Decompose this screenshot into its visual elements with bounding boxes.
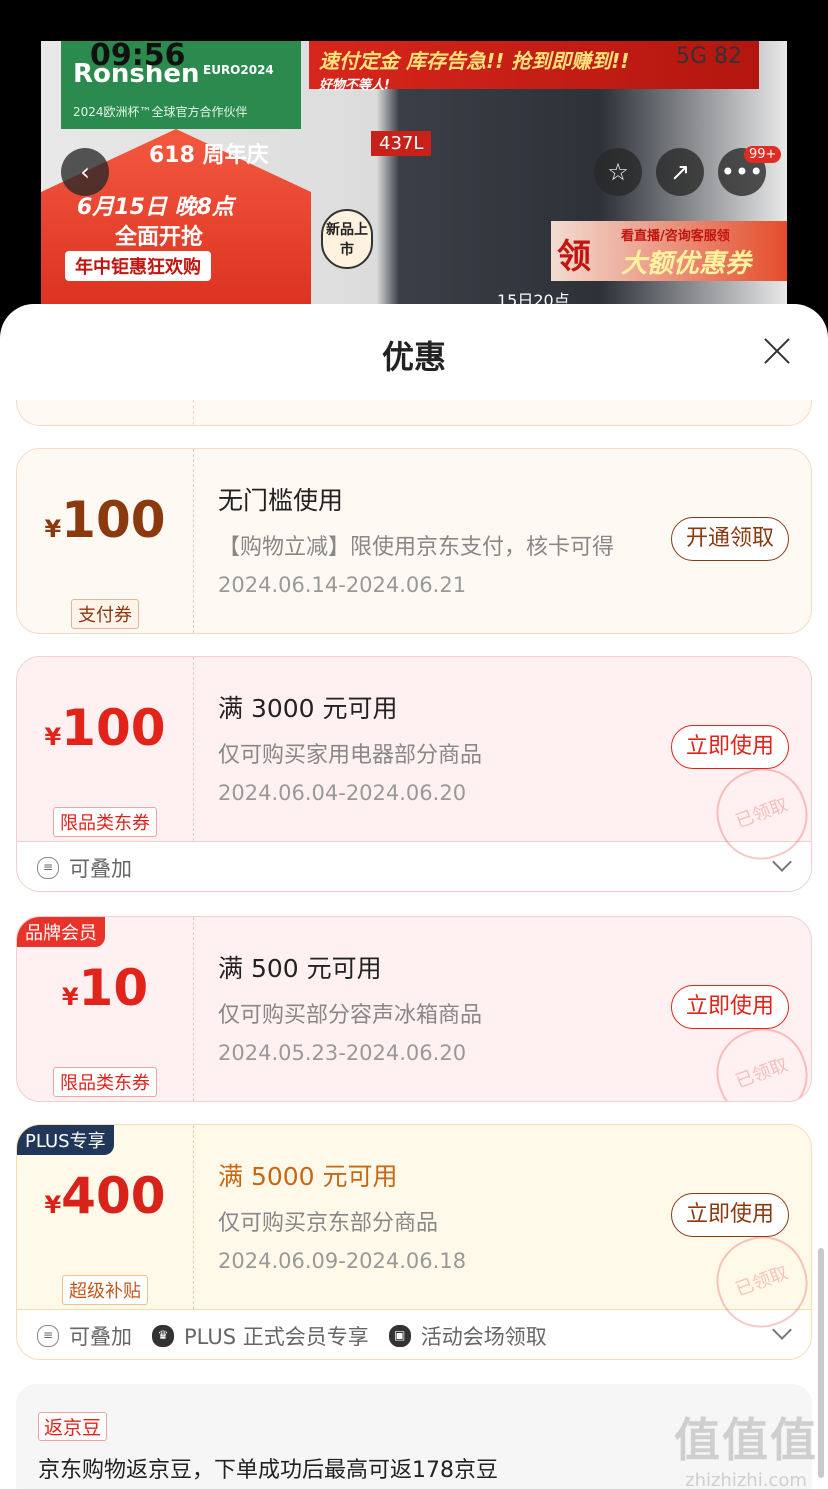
status-bar (0, 0, 828, 40)
jingdou-tag: 返京豆 (38, 1412, 108, 1441)
coupon-validity: 2024.06.09-2024.06.18 (218, 1249, 467, 1273)
coupon-description: 仅可购买家用电器部分商品 (218, 743, 483, 768)
coupon-validity: 2024.05.23-2024.06.20 (218, 1041, 467, 1065)
back-button[interactable]: ‹ (61, 148, 109, 196)
coupon-info: 满 500 元可用 仅可购买部分容声冰箱商品 2024.05.23-2024.0… (218, 949, 482, 1065)
coupon-validity: 2024.06.04-2024.06.20 (218, 781, 467, 805)
coupon-validity: 2024.06.14-2024.06.21 (218, 573, 467, 597)
sheet-title: 优惠 (381, 338, 446, 376)
coupon-type-tag: 限品类东券 (53, 1067, 157, 1097)
use-now-button[interactable]: 立即使用 (670, 985, 789, 1029)
coupon-card: 品牌会员 ¥10 限品类东券 满 500 元可用 仅可购买部分容声冰箱商品 20… (16, 916, 812, 1102)
coupon-description: 仅可购买部分容声冰箱商品 (218, 1003, 483, 1028)
activate-claim-button[interactable]: 开通领取 (670, 517, 789, 561)
coupon-divider (193, 657, 194, 841)
stack-icon: ≡ (37, 1325, 59, 1347)
favorite-star-icon[interactable]: ☆ (594, 148, 642, 196)
coupon-card: ¥100 支付券 无门槛使用 【购物立减】限使用京东支付，核卡可得 2024.0… (16, 448, 812, 634)
coupon-card: PLUS专享 ¥400 超级补贴 满 5000 元可用 仅可购买京东部分商品 2… (16, 1124, 812, 1360)
stackable-label: 可叠加 (69, 857, 132, 881)
use-now-button[interactable]: 立即使用 (670, 1193, 789, 1237)
yen-symbol: ¥ (44, 1191, 62, 1219)
yen-symbol: ¥ (61, 983, 79, 1011)
watermark-logo: 值值值 (674, 1413, 818, 1467)
coupon-amount: ¥100 支付券 (17, 491, 193, 629)
coupon-title: 满 3000 元可用 (218, 694, 398, 723)
discount-sheet: 优惠 ¥100 支付券 无门槛使用 【购物立减】限使用京东支付，核卡可得 202… (0, 304, 828, 1489)
coupon-footer: ≡ 可叠加 (37, 853, 152, 883)
share-icon[interactable]: ↗ (656, 148, 704, 196)
network-label: 5G (675, 44, 707, 69)
coupon-info: 无门槛使用 【购物立减】限使用京东支付，核卡可得 2024.06.14-2024… (218, 481, 614, 597)
coupon-card: ¥100 限品类东券 满 3000 元可用 仅可购买家用电器部分商品 2024.… (16, 656, 812, 892)
promo-year: 年中钜惠狂欢购 (65, 251, 211, 281)
coupon-info: 满 3000 元可用 仅可购买家用电器部分商品 2024.06.04-2024.… (218, 689, 482, 805)
headline-text: 速付定金 库存告急!! 抢到即赚到!! (319, 49, 630, 73)
plus-exclusive-ribbon: PLUS专享 (17, 1125, 114, 1155)
coupon-title: 满 5000 元可用 (218, 1162, 398, 1191)
brand-subtitle: 2024欧洲杯™全球官方合作伙伴 (73, 105, 248, 119)
amount-value: 400 (61, 1167, 166, 1225)
venue-claim-label: 活动会场领取 (420, 1325, 547, 1349)
new-product-tag: 新品上市 (321, 209, 373, 269)
coupon-divider (193, 400, 194, 425)
coupon-info: 满 5000 元可用 仅可购买京东部分商品 2024.06.09-2024.06… (218, 1157, 466, 1273)
stackable-label: 可叠加 (69, 1325, 132, 1349)
battery-level: 82 (714, 44, 742, 69)
capacity-badge: 437L (371, 131, 432, 156)
coupon-title: 无门槛使用 (218, 486, 344, 515)
watermark-url: zhizhizhi.com (685, 1470, 807, 1489)
coupon-description: 【购物立减】限使用京东支付，核卡可得 (218, 535, 615, 560)
stackable-item: ≡ 可叠加 (37, 1321, 132, 1351)
yen-symbol: ¥ (44, 515, 62, 543)
promo-start: 全面开抢 (115, 225, 204, 250)
stack-icon: ≡ (37, 857, 59, 879)
coupon-divider (193, 449, 194, 633)
message-count-badge: 99+ (744, 146, 782, 163)
coupon-amount: ¥100 限品类东券 (17, 699, 193, 837)
promo-618: 618 周年庆 (149, 143, 269, 168)
plus-member-item: ♛ PLUS 正式会员专享 (152, 1321, 369, 1351)
brand-member-ribbon: 品牌会员 (17, 917, 105, 947)
yen-symbol: ¥ (44, 723, 62, 751)
close-icon[interactable] (760, 334, 794, 368)
partial-coupon-card (16, 400, 812, 426)
amount-value: 10 (78, 959, 149, 1017)
status-time: 09:56 (90, 38, 186, 73)
coupon-divider (193, 1125, 194, 1309)
coupon-footer: ≡ 可叠加 ♛ PLUS 正式会员专享 ▣ 活动会场领取 (37, 1321, 567, 1351)
live-ling: 领 (557, 237, 591, 277)
stackable-item: ≡ 可叠加 (37, 853, 132, 883)
amount-value: 100 (61, 699, 166, 757)
venue-claim-item: ▣ 活动会场领取 (388, 1321, 547, 1351)
coupon-description: 仅可购买京东部分商品 (218, 1211, 439, 1236)
amount-value: 100 (61, 491, 166, 549)
crown-icon: ♛ (152, 1325, 174, 1347)
use-now-button[interactable]: 立即使用 (670, 725, 789, 769)
coupon-type-tag: 限品类东券 (53, 807, 157, 837)
headline-sub: 好物不等人! (319, 78, 390, 93)
coupon-amount: ¥10 限品类东券 (17, 959, 193, 1097)
coupon-title: 满 500 元可用 (218, 954, 382, 983)
euro-logo: EURO2024 (203, 63, 274, 77)
coupon-type-tag: 支付券 (71, 599, 139, 629)
promo-date: 6月15日 晚8点 (77, 195, 234, 220)
jingdou-text: 京东购物返京豆，下单成功后最高可返178京豆 (38, 1458, 498, 1483)
ticket-icon: ▣ (388, 1325, 411, 1347)
status-network: 5G 82 (676, 44, 742, 69)
live-main-text: 大额优惠券 (621, 249, 752, 279)
watermark: 值值值 zhizhizhi.com (674, 1404, 818, 1489)
coupon-amount: ¥400 超级补贴 (17, 1167, 193, 1305)
coupon-type-tag: 超级补贴 (62, 1275, 148, 1305)
claimed-stamp: 已领取 (704, 1016, 811, 1101)
scrollbar[interactable] (818, 1248, 824, 1478)
live-top-text: 看直播/咨询客服领 (621, 229, 730, 244)
coupon-divider (193, 917, 194, 1101)
plus-member-label: PLUS 正式会员专享 (184, 1325, 369, 1349)
